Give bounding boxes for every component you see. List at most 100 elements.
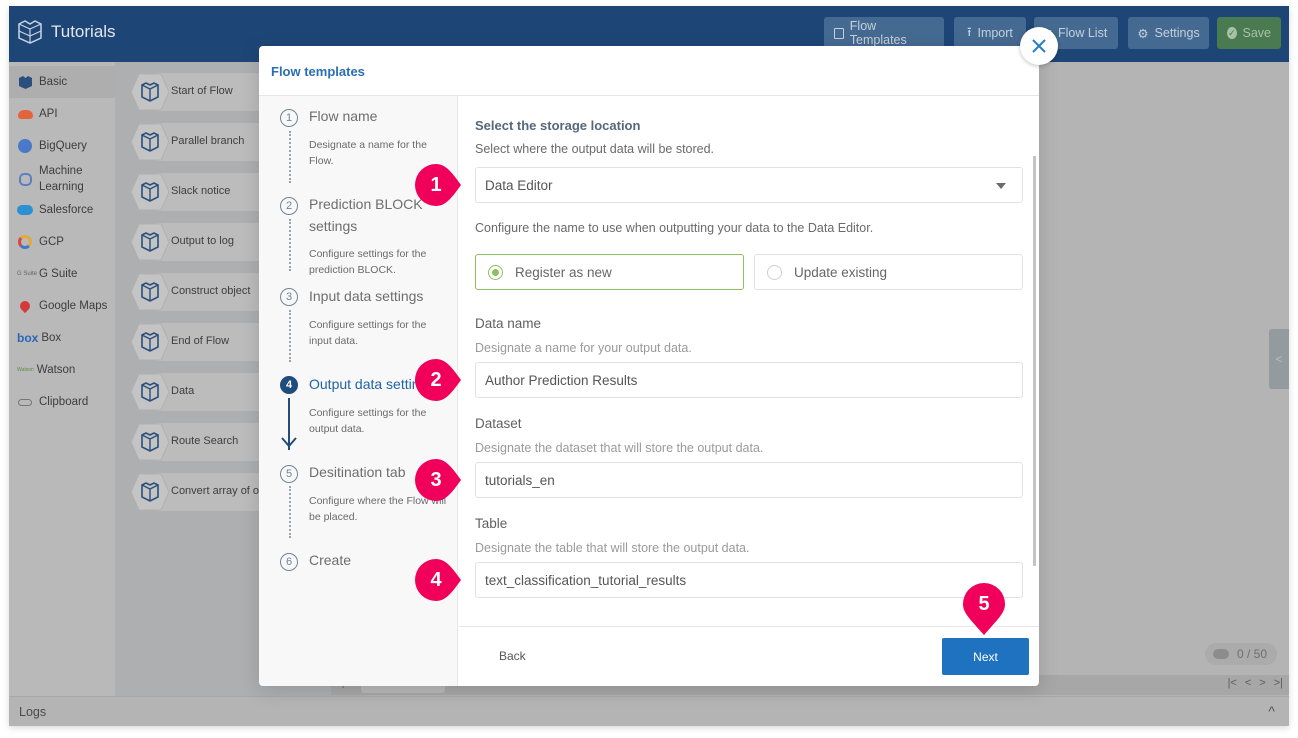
tab-navigation: |< < > >| (1228, 677, 1283, 689)
category-clipboard[interactable]: Clipboard (9, 386, 115, 418)
dataset-input[interactable]: tutorials_en (475, 462, 1023, 498)
brain-icon (17, 172, 33, 186)
category-box[interactable]: box Box (9, 322, 115, 354)
annotation-badge-4: 4 (415, 559, 461, 605)
block-hex-icon (130, 223, 169, 261)
category-label: Basic (39, 76, 68, 88)
category-google-maps[interactable]: Google Maps (9, 290, 115, 322)
flow-templates-modal: Flow templates 1 Flow name Designate a n… (259, 46, 1039, 686)
annotation-badge-3: 3 (415, 459, 461, 505)
category-label: BigQuery (39, 140, 87, 152)
category-bigquery[interactable]: BigQuery (9, 130, 115, 162)
box-logo-icon: box (17, 331, 39, 345)
logs-label: Logs (19, 705, 47, 719)
table-input[interactable]: text_classification_tutorial_results (475, 562, 1023, 598)
modal-title: Flow templates (271, 64, 365, 79)
step-number: 1 (280, 109, 298, 127)
template-icon (834, 27, 844, 39)
flow-templates-button[interactable]: Flow Templates (824, 17, 944, 49)
radio-register-new[interactable]: Register as new (475, 254, 744, 290)
step-connector (289, 131, 291, 183)
dataset-label: Dataset (475, 416, 522, 431)
close-modal-button[interactable] (1020, 27, 1058, 65)
arrow-down-icon (281, 437, 297, 448)
badge-number: 5 (978, 592, 990, 615)
step-connector (289, 310, 291, 362)
category-api[interactable]: API (9, 98, 115, 130)
settings-label: Settings (1154, 26, 1200, 40)
flow-list-label: Flow List (1057, 26, 1108, 40)
next-tab-button[interactable]: > (1259, 677, 1265, 689)
side-panel-toggle[interactable]: < (1269, 329, 1289, 389)
category-gsuite[interactable]: G Suite G Suite (9, 258, 115, 290)
block-hex-icon (130, 323, 169, 361)
radio-update-existing[interactable]: Update existing (754, 254, 1023, 290)
logo-icon (18, 20, 42, 44)
category-gcp[interactable]: GCP (9, 226, 115, 258)
annotation-badge-2: 2 (415, 359, 461, 405)
data-name-input[interactable]: Author Prediction Results (475, 362, 1023, 398)
category-label: Box (41, 332, 62, 344)
block-hex-icon (130, 273, 169, 311)
category-label: G Suite (39, 268, 78, 280)
step-desc: Configure settings for the prediction BL… (309, 248, 427, 276)
brand: Tutorials (17, 20, 116, 44)
annotation-badge-5: 5 (963, 583, 1007, 637)
block-count-text: 0 / 50 (1237, 647, 1268, 661)
category-watson[interactable]: Watson Watson (9, 354, 115, 386)
content-scrollbar[interactable] (1033, 156, 1036, 566)
next-button[interactable]: Next (942, 638, 1029, 675)
category-basic[interactable]: Basic (9, 66, 115, 98)
category-sidebar: Basic API BigQuery Machine Learning Sale… (9, 62, 115, 696)
gear-icon: ⚙ (1137, 26, 1149, 41)
block-counter: 0 / 50 (1205, 643, 1277, 665)
radio-label: Update existing (794, 264, 888, 280)
block-label: Slack notice (171, 185, 231, 197)
caret-down-icon (996, 183, 1006, 189)
block-label: Route Search (171, 435, 239, 447)
settings-button[interactable]: ⚙ Settings (1128, 17, 1209, 49)
close-icon (1032, 39, 1046, 53)
block-label: End of Flow (171, 335, 230, 347)
section-desc: Select where the output data will be sto… (475, 142, 715, 156)
chevron-left-icon: < (1275, 352, 1283, 366)
block-label: Output to log (171, 235, 234, 247)
back-button[interactable]: Back (499, 649, 526, 663)
category-salesforce[interactable]: Salesforce (9, 194, 115, 226)
section-title: Select the storage location (475, 118, 641, 133)
category-machine-learning[interactable]: Machine Learning (9, 162, 115, 196)
step-title[interactable]: Flow name (309, 105, 454, 127)
block-label: Construct object (171, 285, 251, 297)
logs-panel[interactable]: Logs ^ (9, 696, 1289, 726)
gsuite-icon: G Suite (17, 271, 38, 277)
prev-tab-button[interactable]: < (1245, 677, 1251, 689)
radio-label: Register as new (515, 264, 612, 280)
last-tab-button[interactable]: >| (1274, 677, 1283, 689)
badge-number: 2 (430, 368, 442, 391)
next-label: Next (973, 649, 998, 664)
radio-selected-icon (488, 264, 503, 280)
step-number: 5 (280, 465, 298, 483)
data-name-label: Data name (475, 316, 542, 331)
step-desc: Configure settings for the input data. (309, 319, 427, 347)
map-pin-icon (17, 298, 33, 314)
step-title[interactable]: Input data settings (309, 285, 454, 307)
category-label: API (39, 108, 58, 120)
table-hint: Designate the table that will store the … (475, 541, 750, 555)
first-tab-button[interactable]: |< (1228, 677, 1237, 689)
upload-icon: ⭱ (967, 24, 972, 39)
save-label: Save (1242, 26, 1272, 40)
block-label: Start of Flow (171, 85, 233, 97)
import-button[interactable]: ⭱ Import (954, 17, 1026, 49)
dataset-hint: Designate the dataset that will store th… (475, 441, 764, 455)
step-number: 2 (280, 197, 298, 215)
chevron-up-icon[interactable]: ^ (1268, 703, 1275, 719)
category-label: GCP (39, 236, 64, 248)
api-cloud-icon (17, 109, 33, 119)
save-button[interactable]: ✓ Save (1217, 17, 1281, 49)
block-hex-icon (130, 123, 169, 161)
step-number: 6 (280, 553, 298, 571)
storage-location-select[interactable]: Data Editor (475, 167, 1023, 203)
salesforce-cloud-icon (17, 205, 33, 215)
category-label: Clipboard (39, 396, 89, 408)
